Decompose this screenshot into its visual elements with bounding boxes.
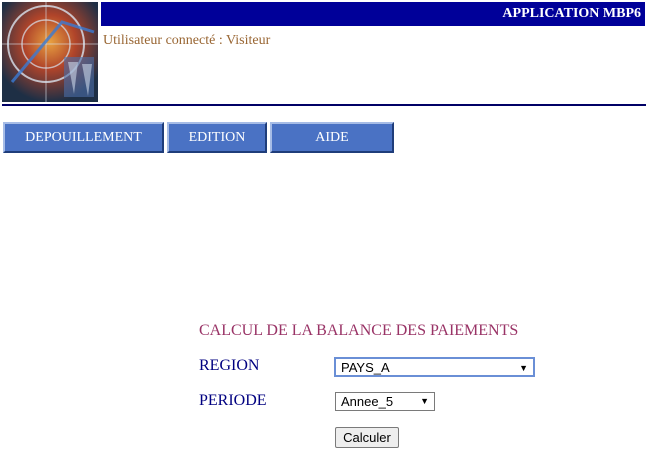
region-label: REGION bbox=[199, 357, 260, 374]
chevron-down-icon: ▼ bbox=[420, 396, 429, 406]
periode-label: PERIODE bbox=[199, 392, 267, 409]
region-select[interactable]: PAYS_A ▼ bbox=[334, 357, 535, 377]
connected-user-text: Utilisateur connecté : Visiteur bbox=[103, 33, 271, 48]
form-title: CALCUL DE LA BALANCE DES PAIEMENTS bbox=[199, 322, 519, 339]
menu-aide-button[interactable]: AIDE bbox=[270, 122, 394, 153]
periode-select-value: Annee_5 bbox=[341, 394, 394, 409]
region-select-value: PAYS_A bbox=[341, 360, 390, 375]
header-divider bbox=[2, 104, 646, 106]
app-logo bbox=[2, 2, 98, 102]
menu-depouillement-button[interactable]: DEPOUILLEMENT bbox=[3, 122, 164, 153]
menu-edition-button[interactable]: EDITION bbox=[167, 122, 267, 153]
globe-logo-icon bbox=[2, 2, 98, 102]
calculer-button[interactable]: Calculer bbox=[335, 427, 399, 448]
app-title-bar: APPLICATION MBP6 bbox=[101, 2, 645, 26]
chevron-down-icon: ▼ bbox=[519, 363, 528, 373]
periode-select[interactable]: Annee_5 ▼ bbox=[335, 392, 435, 411]
